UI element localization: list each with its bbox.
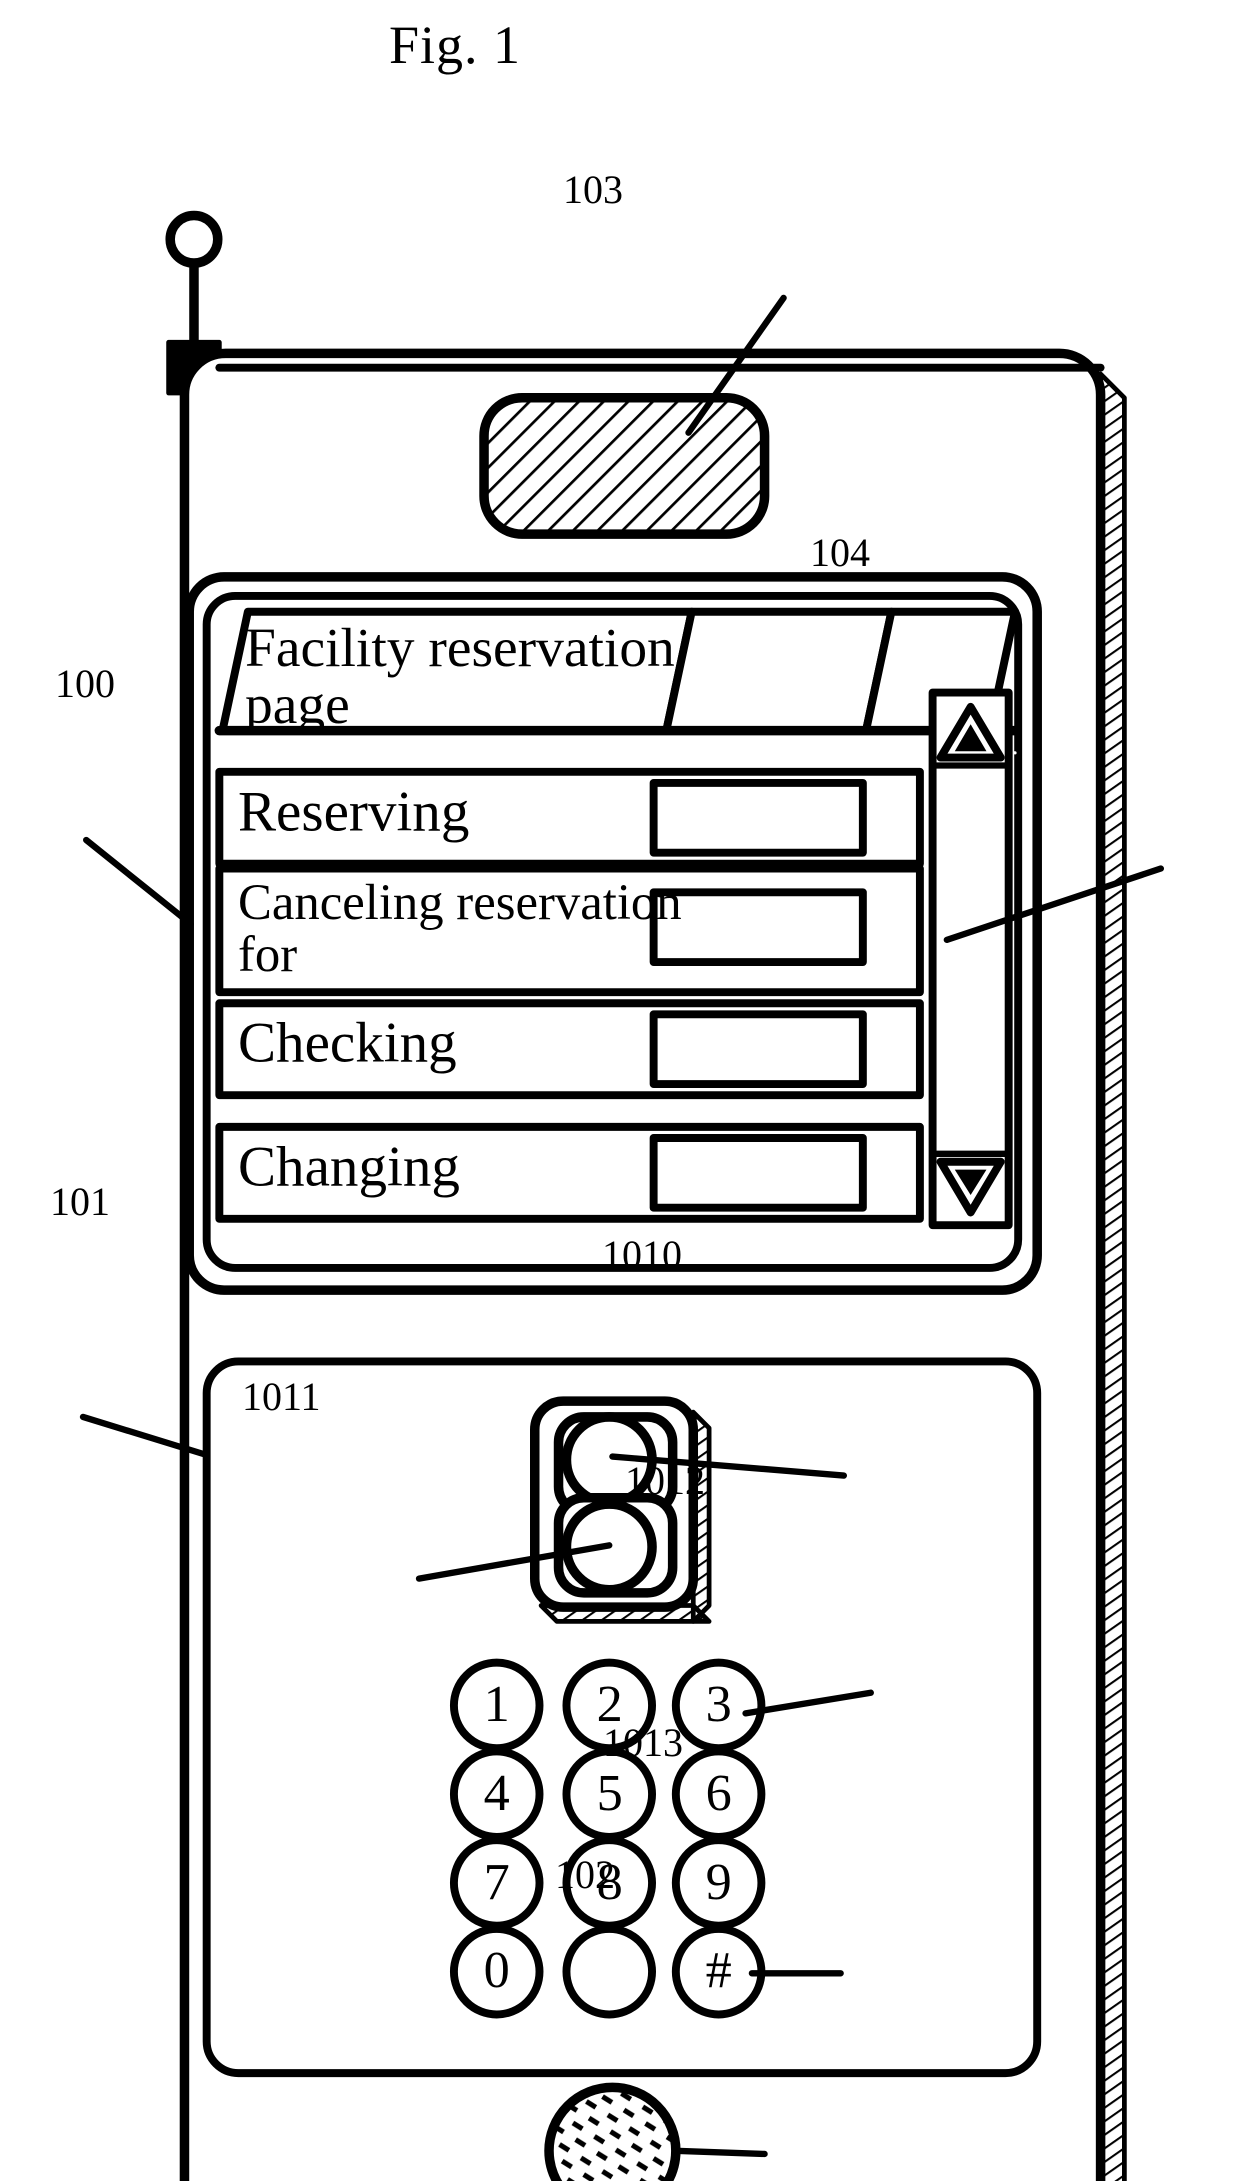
function-key-block bbox=[530, 1396, 712, 1624]
key-label-4[interactable]: 4 bbox=[465, 1768, 528, 1821]
key-label-7[interactable]: 7 bbox=[465, 1857, 528, 1910]
reference-numeral-101: 101 bbox=[50, 1179, 110, 1224]
key-blank bbox=[562, 1924, 657, 2019]
key-label-3[interactable]: 3 bbox=[687, 1679, 750, 1732]
menu-row-input-0 bbox=[649, 778, 867, 857]
microphone-grill bbox=[544, 2082, 681, 2181]
key-label-hash[interactable]: # bbox=[687, 1946, 750, 1998]
reference-numeral-104: 104 bbox=[810, 530, 870, 575]
reference-numeral-1013: 1013 bbox=[603, 1720, 683, 1765]
scrollbar bbox=[928, 688, 1013, 1230]
key-label-0[interactable]: 0 bbox=[465, 1946, 528, 1998]
reference-numeral-100: 100 bbox=[55, 661, 115, 706]
menu-row-label-changing[interactable]: Changing bbox=[238, 1138, 460, 1195]
scrollbar-track bbox=[928, 688, 1013, 1230]
tab-title[interactable]: Facility reservation page bbox=[245, 619, 752, 735]
key-label-5[interactable]: 5 bbox=[578, 1768, 641, 1821]
speaker-grill bbox=[479, 393, 770, 539]
reference-numeral-102: 102 bbox=[555, 1852, 615, 1897]
key-label-6[interactable]: 6 bbox=[687, 1768, 750, 1821]
menu-row-label-checking[interactable]: Checking bbox=[238, 1014, 457, 1071]
figure-linework bbox=[79, 210, 1165, 2181]
reference-numeral-1011: 1011 bbox=[242, 1374, 321, 1419]
reference-numeral-1012: 1012 bbox=[625, 1458, 705, 1503]
menu-row-input-2 bbox=[649, 1010, 867, 1089]
key-label-9[interactable]: 9 bbox=[687, 1857, 750, 1910]
reference-numeral-1010: 1010 bbox=[602, 1232, 682, 1277]
key-label-1[interactable]: 1 bbox=[465, 1679, 528, 1732]
menu-row-label-canceling[interactable]: Canceling reservation for bbox=[238, 876, 714, 980]
reference-numeral-103: 103 bbox=[563, 167, 623, 212]
menu-row-input-3 bbox=[649, 1134, 867, 1212]
menu-row-label-reserving[interactable]: Reserving bbox=[238, 783, 469, 840]
patent-figure-canvas: Facility reservation page Reserving Canc… bbox=[0, 0, 1254, 2181]
